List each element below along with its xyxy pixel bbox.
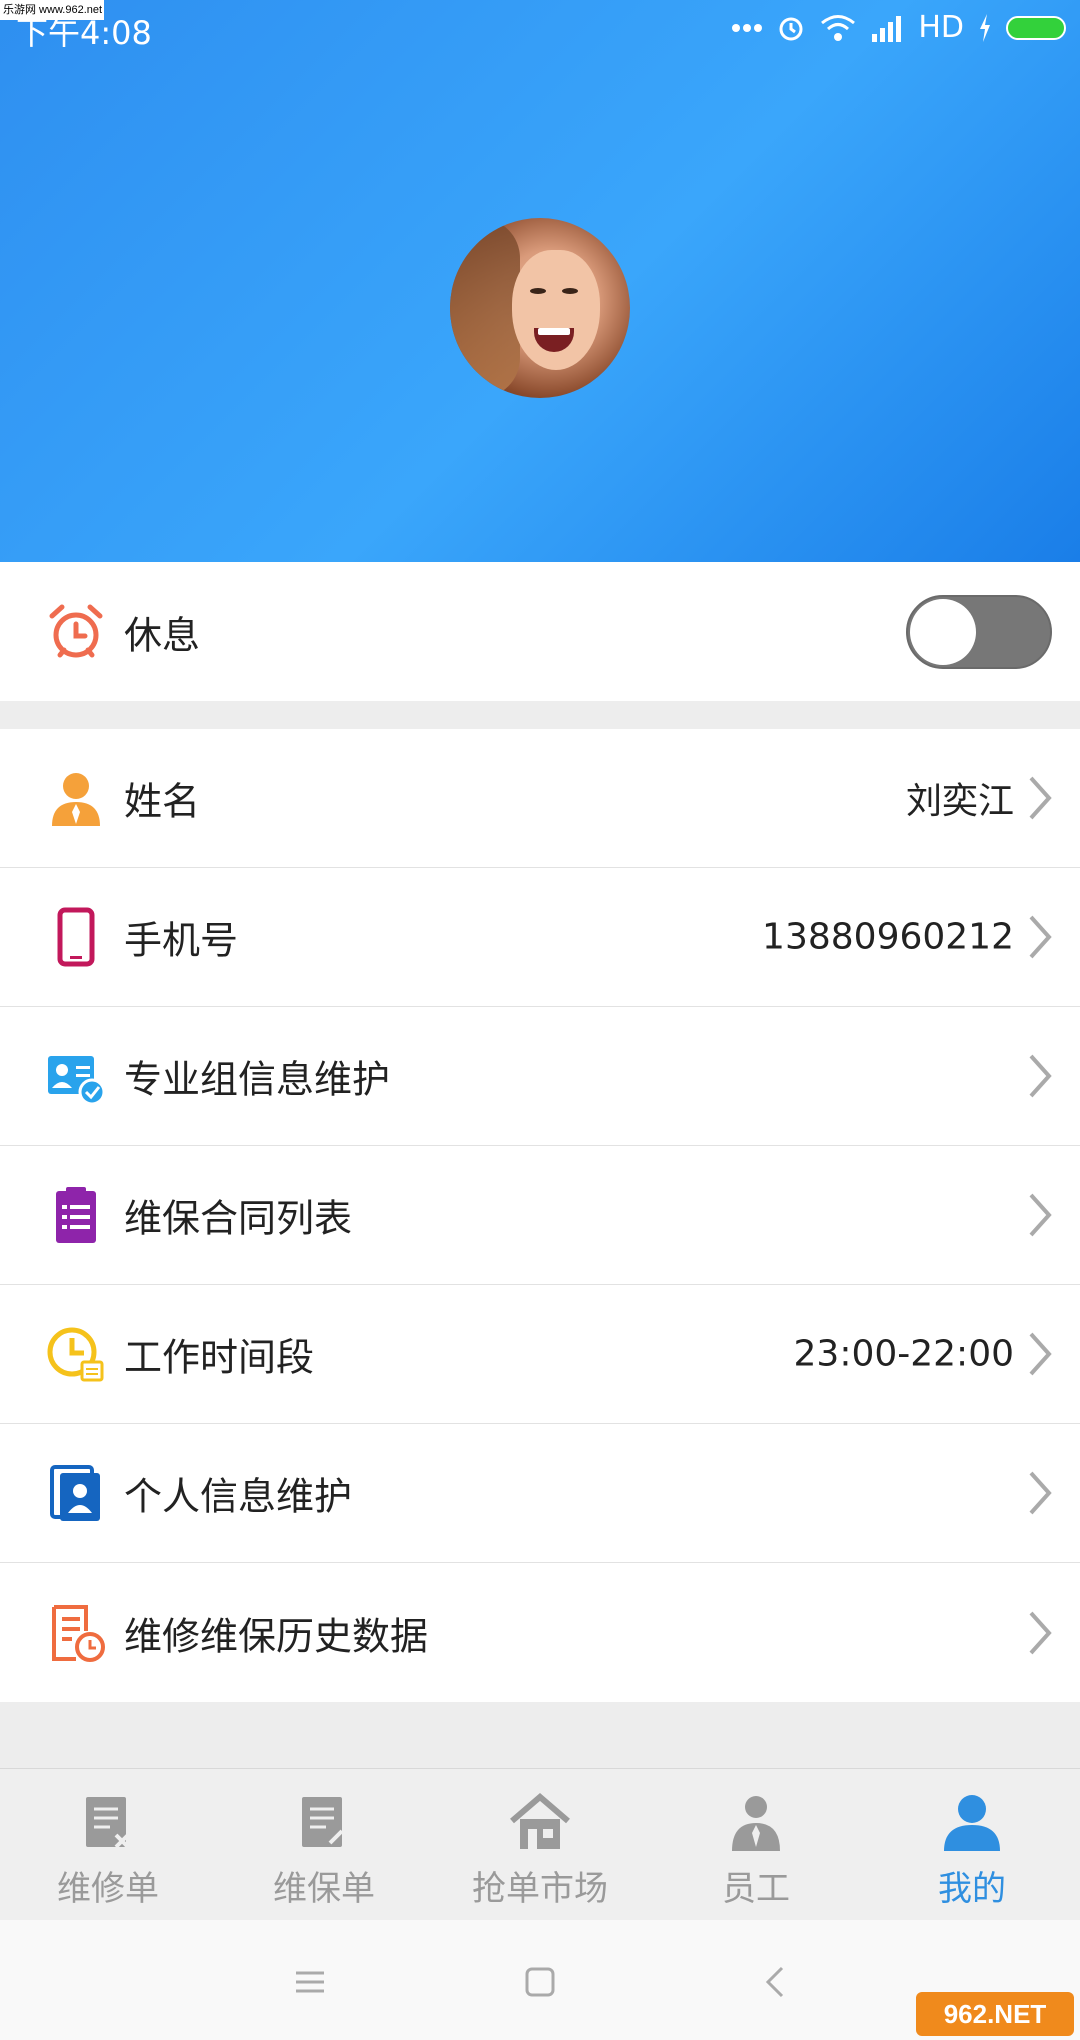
info-row[interactable]: 工作时间段 23:00-22:00 [0,1285,1080,1424]
alarm-clock-icon [49,604,103,657]
rest-toggle[interactable] [906,594,1052,669]
nav-tab[interactable]: 抢单市场 [432,1769,648,1920]
user-tie-icon [52,773,100,826]
my-profile-icon [944,1795,1000,1851]
row-label: 姓名 [124,779,201,824]
chevron-right-icon [1029,1193,1052,1237]
avatar[interactable] [450,218,630,398]
repair-order-icon [86,1797,130,1849]
rest-section: 休息 [0,562,1080,701]
row-value: 13880960212 [762,916,1014,958]
nav-tab[interactable]: 员工 [648,1769,864,1920]
nav-tab[interactable]: 维保单 [216,1769,432,1920]
maintenance-order-icon [302,1797,344,1847]
market-house-icon [510,1793,570,1849]
info-row[interactable]: 姓名 刘奕江 [0,729,1080,868]
chevron-right-icon [1029,1611,1052,1654]
status-icons: HD [732,10,1066,45]
chevron-right-icon [1029,1054,1052,1098]
mobile-phone-icon [57,907,95,967]
home-icon[interactable] [520,1962,560,2002]
info-row[interactable]: 个人信息维护 [0,1424,1080,1563]
info-section: 姓名 刘奕江手机号 13880960212 专业组信息维护 维保合同列表 工作时间段 23:… [0,729,1080,1702]
nav-label: 员工 [722,1869,790,1909]
row-label: 维保合同列表 [124,1196,353,1241]
info-row[interactable]: 维修维保历史数据 [0,1563,1080,1702]
alarm-icon [779,17,803,40]
id-card-check-icon [48,1056,106,1106]
signal-icon [872,15,902,42]
watermark-bottom: 962.NET [916,1992,1074,2036]
system-nav-bar: 962.NET [0,1920,1080,2040]
chevron-right-icon [1029,1471,1052,1515]
toggle-knob [910,598,976,665]
more-dots-icon [732,23,763,32]
row-label: 个人信息维护 [124,1474,353,1519]
info-row[interactable]: 手机号 13880960212 [0,868,1080,1007]
nav-tab[interactable]: 维修单 [0,1769,216,1920]
chevron-right-icon [1029,776,1052,820]
watermark-top: 乐游网 www.962.net [0,0,104,20]
rest-label: 休息 [124,613,201,657]
nav-label: 维修单 [57,1869,159,1909]
chevron-right-icon [1029,1332,1052,1376]
row-label: 专业组信息维护 [124,1057,391,1102]
back-icon[interactable] [756,1962,796,2002]
employee-icon [732,1796,780,1851]
menu-icon[interactable] [290,1962,330,2002]
charging-icon [980,13,990,42]
status-bar: 下午4:08 HD [0,0,1080,56]
row-label: 手机号 [124,918,239,963]
document-clock-icon [52,1604,105,1662]
row-value: 23:00-22:00 [793,1333,1014,1375]
clipboard-list-icon [56,1187,96,1243]
network-label: HD [918,10,964,45]
nav-tab[interactable]: 我的 [864,1769,1080,1920]
row-label: 工作时间段 [124,1335,315,1380]
battery-icon [1006,15,1066,40]
profile-header: 下午4:08 HD 乐游网 www.962.net [0,0,1080,562]
bottom-nav: 维修单 维保单 抢单市场 员工 我的 [0,1768,1080,1920]
nav-label: 抢单市场 [472,1869,608,1909]
clock-calendar-icon [47,1327,104,1382]
nav-label: 维保单 [273,1869,375,1909]
row-value: 刘奕江 [905,781,1014,822]
info-row[interactable]: 专业组信息维护 [0,1007,1080,1146]
row-label: 维修维保历史数据 [124,1614,429,1658]
contact-card-icon [50,1465,100,1521]
nav-label: 我的 [938,1869,1006,1909]
rest-row: 休息 [0,562,1080,701]
chevron-right-icon [1029,915,1052,959]
info-row[interactable]: 维保合同列表 [0,1146,1080,1285]
wifi-icon [821,14,856,41]
